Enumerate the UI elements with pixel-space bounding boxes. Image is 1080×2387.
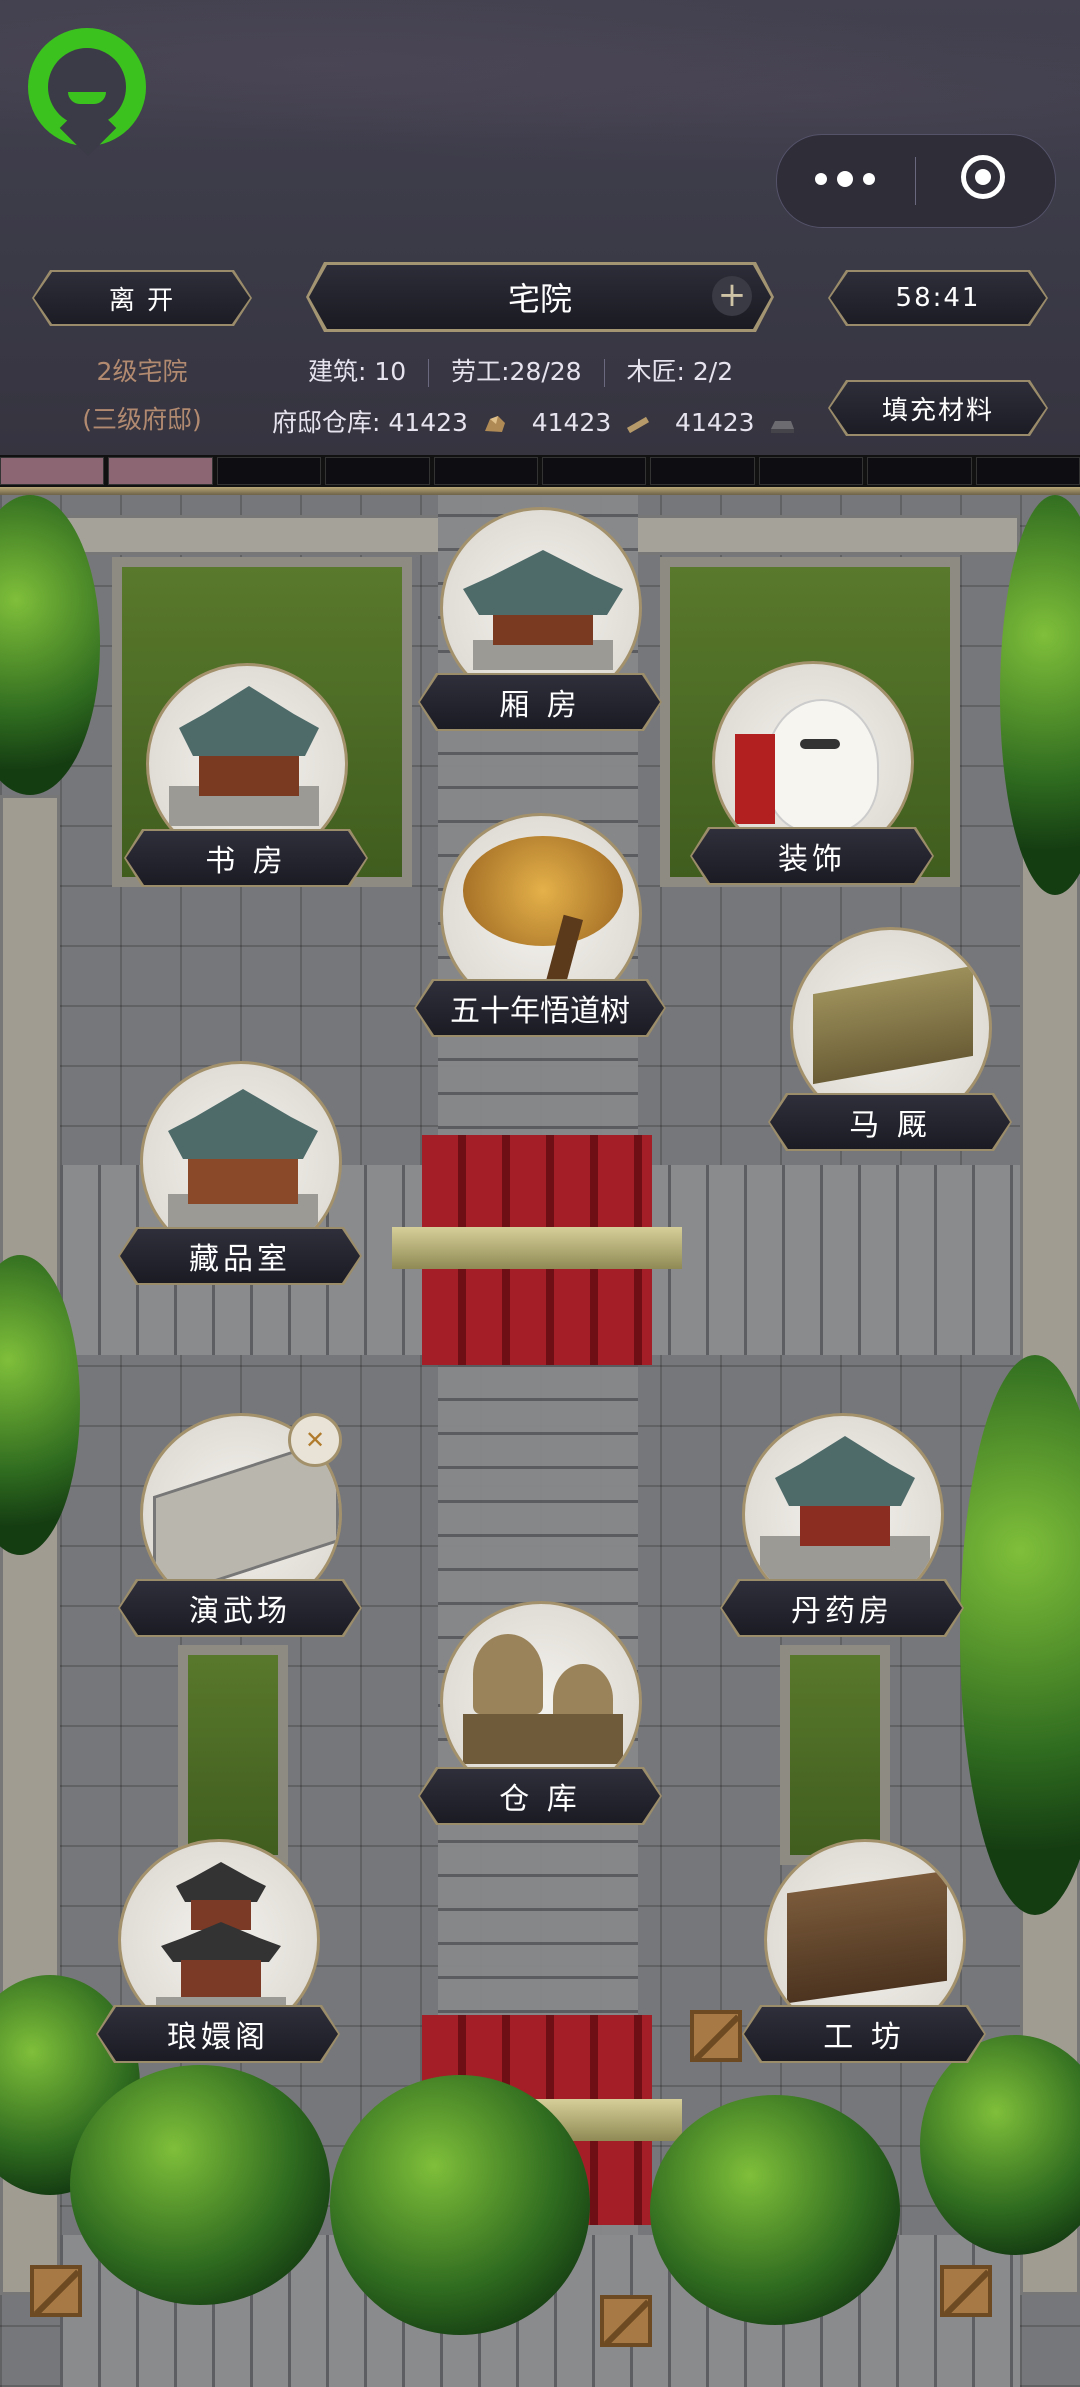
more-icon[interactable]	[815, 171, 875, 187]
building-label: 藏品室	[120, 1229, 360, 1283]
divider	[0, 487, 1080, 495]
courtyard-level: 2级宅院	[96, 357, 188, 386]
app-logo-icon[interactable]	[28, 28, 146, 157]
building-label: 书 房	[126, 831, 366, 885]
wood-icon	[627, 416, 650, 434]
page-title: 宅院	[507, 280, 572, 318]
resource-1-value: 41423	[388, 408, 468, 437]
fill-materials-label: 填充材料	[830, 382, 1046, 434]
building-label: 丹药房	[722, 1581, 962, 1635]
courtyard-map: 厢 房 书 房 装饰 五十年悟道树 马 厩 藏品室 ✕ 演武场 丹药房 仓 库 …	[0, 495, 1080, 2387]
ore-icon	[484, 416, 505, 432]
building-label: 厢 房	[420, 675, 660, 729]
building-label: 琅嬛阁	[98, 2007, 338, 2061]
carpenter-count: 2/2	[692, 357, 734, 386]
building-label: 演武场	[120, 1581, 360, 1635]
fill-materials-button[interactable]: 填充材料	[828, 380, 1048, 436]
timer-text: 58:41	[830, 272, 1046, 324]
building-label: 马 厩	[770, 1095, 1010, 1149]
building-label: 五十年悟道树	[416, 981, 664, 1035]
timer-display: 58:41	[828, 270, 1048, 326]
leave-label: 离 开	[34, 272, 250, 324]
progress-bar	[0, 455, 1080, 487]
warehouse-row: 府邸仓库: 41423 41423 41423	[272, 403, 795, 439]
mansion-level: (三级府邸)	[82, 405, 202, 434]
mini-program-capsule	[776, 134, 1056, 228]
building-label: 工 坊	[744, 2007, 984, 2061]
courtyard-title: 宅院 +	[306, 262, 774, 332]
labor-count: 28/28	[509, 357, 582, 386]
iron-icon	[770, 421, 794, 433]
build-count: 10	[374, 357, 407, 386]
building-label: 仓 库	[420, 1769, 660, 1823]
crossed-swords-icon: ✕	[288, 1413, 342, 1467]
resource-2-value: 41423	[531, 408, 612, 437]
center-gate	[392, 1135, 682, 1365]
close-target-icon[interactable]	[961, 155, 1005, 199]
resource-3-value: 41423	[675, 408, 755, 437]
leave-button[interactable]: 离 开	[32, 270, 252, 326]
stats-row: 建筑: 10 劳工:28/28 木匠: 2/2	[308, 357, 734, 387]
top-bar: 离 开 宅院 + 58:41 2级宅院 (三级府邸) 建筑: 10 劳工:28/…	[0, 0, 1080, 455]
add-icon[interactable]: +	[712, 276, 752, 316]
building-label: 装饰	[692, 829, 932, 883]
